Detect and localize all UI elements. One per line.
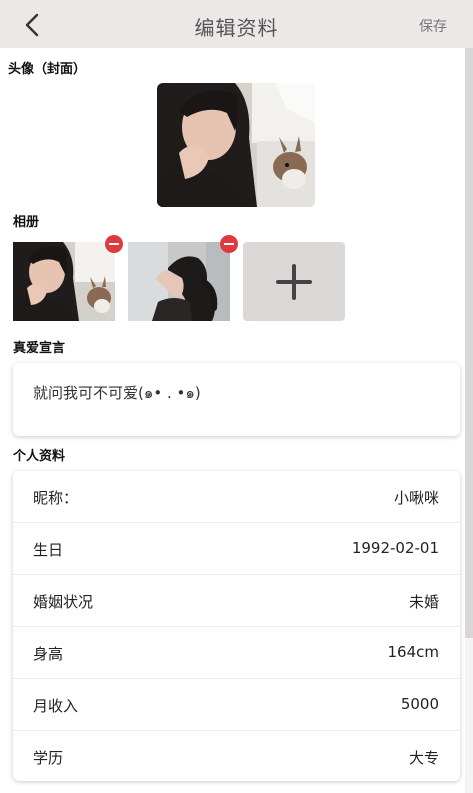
row-label: 月收入 <box>33 697 79 715</box>
declaration-card[interactable]: 就问我可不可爱(๑• . •๑) <box>13 363 460 436</box>
row-value: 1992-02-01 <box>351 539 439 557</box>
declaration-text: 就问我可不可爱(๑• . •๑) <box>33 384 201 402</box>
row-label: 昵称： <box>33 489 79 507</box>
album-photo-1[interactable] <box>13 242 115 321</box>
profile-card: 昵称： 小啾咪 生日 1992-02-01 婚姻状况 未婚 身高 164cm 月… <box>13 471 460 781</box>
profile-row-height[interactable]: 身高 164cm <box>13 627 460 679</box>
remove-photo-1-button[interactable] <box>105 235 123 253</box>
scrollbar[interactable] <box>465 48 473 638</box>
row-value: 大专 <box>408 749 439 767</box>
profile-row-nickname[interactable]: 昵称： 小啾咪 <box>13 471 460 523</box>
declaration-section-label: 真爱宣言 <box>13 341 66 356</box>
row-value: 164cm <box>387 643 440 661</box>
save-button[interactable]: 保存 <box>419 16 447 36</box>
row-label: 婚姻状况 <box>33 593 94 611</box>
page-title: 编辑资料 <box>194 16 279 40</box>
add-photo-button[interactable] <box>243 242 345 321</box>
remove-photo-2-button[interactable] <box>220 235 238 253</box>
row-label: 学历 <box>33 749 64 767</box>
profile-section-label: 个人资料 <box>13 449 66 464</box>
avatar-cover-photo[interactable] <box>157 83 315 207</box>
row-value: 5000 <box>400 695 439 713</box>
top-nav-bar: 编辑资料 保存 <box>0 0 473 48</box>
row-label: 生日 <box>33 541 64 559</box>
avatar-section-label: 头像（封面） <box>8 62 87 77</box>
album-photo-2[interactable] <box>128 242 230 321</box>
row-label: 身高 <box>33 645 64 663</box>
row-value: 未婚 <box>408 593 439 611</box>
row-value: 小啾咪 <box>393 489 439 507</box>
profile-row-monthly-income[interactable]: 月收入 5000 <box>13 679 460 731</box>
album-section-label: 相册 <box>13 215 40 230</box>
profile-row-marital-status[interactable]: 婚姻状况 未婚 <box>13 575 460 627</box>
profile-row-education[interactable]: 学历 大专 <box>13 731 460 781</box>
profile-row-birthday[interactable]: 生日 1992-02-01 <box>13 523 460 575</box>
